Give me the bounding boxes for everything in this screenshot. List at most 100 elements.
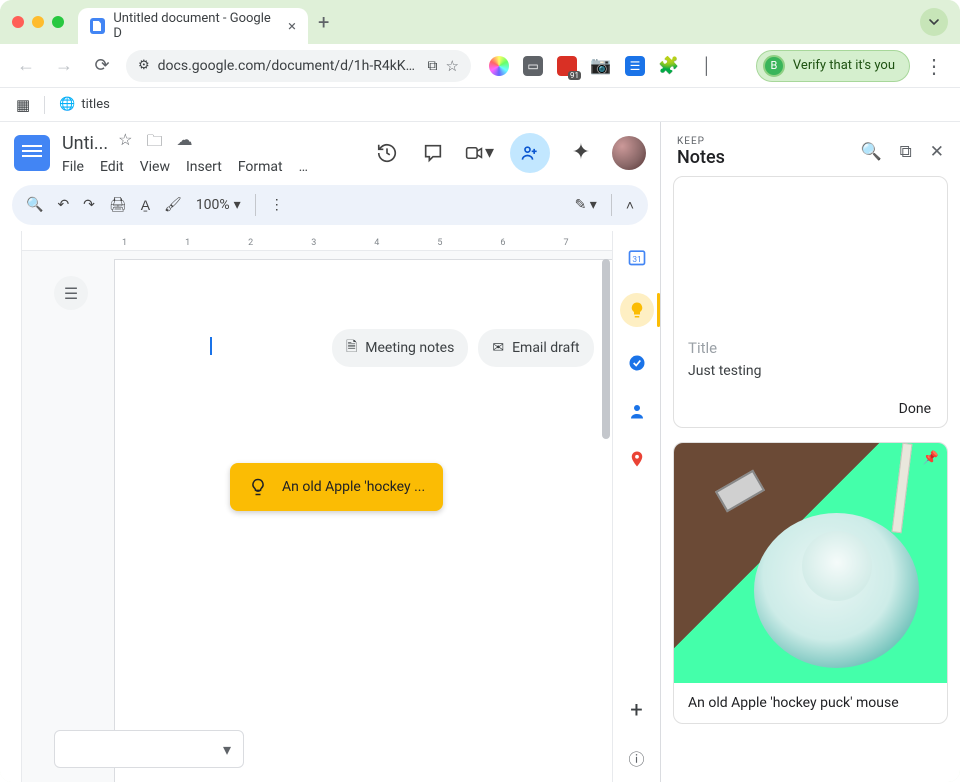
open-external-icon[interactable]: ⧉ [428, 58, 438, 74]
reload-button[interactable]: ⟳ [88, 52, 116, 80]
toolbar-divider: │ [693, 52, 721, 80]
reader-extension-icon[interactable]: ▭ [523, 56, 543, 76]
extension-icon[interactable] [489, 56, 509, 76]
menu-format[interactable]: Format [238, 159, 283, 175]
keep-heading: Notes [677, 147, 725, 168]
meet-video-icon[interactable]: ▾ [464, 138, 494, 168]
move-folder-icon[interactable]: 🗀 [146, 130, 162, 157]
window-menu-button[interactable] [920, 8, 948, 36]
history-icon[interactable] [372, 138, 402, 168]
more-toolbar-icon[interactable]: ⋮ [270, 197, 284, 213]
maps-rail-icon[interactable] [625, 447, 649, 471]
comments-icon[interactable] [418, 138, 448, 168]
search-icon[interactable]: 🔍 [26, 197, 43, 213]
keep-panel-body[interactable]: Title Just testing Done 📌 An old Apple '… [661, 176, 960, 782]
separator [44, 96, 45, 114]
collapse-toolbar-icon[interactable]: ˄ [626, 197, 634, 214]
zoom-select[interactable]: 100% ▾ [196, 197, 241, 213]
menu-edit[interactable]: Edit [100, 159, 124, 175]
extension-icon[interactable]: ☰ [625, 56, 645, 76]
undo-icon[interactable]: ↶ [57, 197, 69, 213]
keep-rail-icon[interactable] [620, 293, 654, 327]
menu-view[interactable]: View [140, 159, 170, 175]
docs-menubar: File Edit View Insert Format … [62, 159, 308, 175]
nav-back-button[interactable]: ← [12, 52, 40, 80]
pin-icon[interactable]: 📌 [923, 451, 939, 466]
close-window-button[interactable] [12, 16, 24, 28]
chip-label: Meeting notes [365, 340, 454, 356]
meeting-notes-chip[interactable]: 🗎 Meeting notes [332, 329, 468, 367]
address-bar[interactable]: ⚙ docs.google.com/document/d/1h-R4kKJ...… [126, 50, 471, 82]
keep-new-note-card[interactable]: Title Just testing Done [673, 176, 948, 428]
email-draft-chip[interactable]: ✉ Email draft [478, 329, 593, 367]
ruler-tick: 7 [563, 238, 568, 248]
outline-toggle-button[interactable]: ☰ [54, 276, 88, 310]
tab-close-button[interactable]: × [288, 17, 296, 35]
keep-panel-header: KEEP Notes 🔍 ⧉ ✕ [661, 122, 960, 176]
note-title-input[interactable]: Title [688, 339, 933, 357]
page-canvas[interactable]: 1 1 2 3 4 5 6 7 1 ☰ 🗎 [22, 231, 612, 782]
separator [611, 194, 612, 216]
extension-icons: ▭ 91 📷 ☰ 🧩 [489, 56, 679, 76]
cloud-status-icon[interactable]: ☁ [176, 130, 192, 157]
keep-brand-label: KEEP [677, 136, 725, 147]
calendar-rail-icon[interactable]: 31 [625, 245, 649, 269]
scrollbar-thumb[interactable] [602, 259, 610, 439]
new-tab-button[interactable]: + [318, 10, 329, 34]
separator [255, 194, 256, 216]
site-info-icon[interactable]: ⚙ [138, 58, 150, 73]
verify-identity-chip[interactable]: B Verify that it's you [756, 50, 910, 82]
camera-extension-icon[interactable]: 📷 [591, 56, 611, 76]
keep-open-new-icon[interactable]: ⧉ [900, 142, 912, 162]
fullscreen-window-button[interactable] [52, 16, 64, 28]
adblock-extension-icon[interactable]: 91 [557, 56, 577, 76]
globe-icon: 🌐 [59, 97, 75, 112]
keep-search-icon[interactable]: 🔍 [860, 142, 881, 162]
menu-file[interactable]: File [62, 159, 84, 175]
url-text: docs.google.com/document/d/1h-R4kKJ... [158, 58, 420, 74]
ruler-tick: 1 [122, 238, 127, 248]
docs-logo-icon[interactable] [14, 135, 50, 171]
bookmark-item[interactable]: 🌐 titles [59, 97, 110, 112]
menu-insert[interactable]: Insert [186, 159, 222, 175]
star-icon[interactable]: ☆ [118, 130, 132, 157]
explore-dropdown[interactable]: ▾ [54, 730, 244, 768]
horizontal-ruler[interactable]: 1 1 2 3 4 5 6 7 1 [22, 231, 612, 251]
building-block-chips: 🗎 Meeting notes ✉ Email draft [332, 329, 594, 367]
browser-menu-button[interactable]: ⋮ [920, 54, 948, 78]
docs-app: Unti... ☆ 🗀 ☁ File Edit View Insert Form… [0, 122, 660, 782]
add-addon-button[interactable]: + [625, 698, 649, 722]
apps-grid-icon[interactable]: ▦ [16, 96, 30, 114]
account-avatar[interactable] [612, 136, 646, 170]
mac-titlebar: Untitled document - Google D × + [0, 0, 960, 44]
vertical-ruler[interactable] [0, 231, 22, 782]
nav-forward-button[interactable]: → [50, 52, 78, 80]
share-button[interactable] [510, 133, 550, 173]
keep-toast[interactable]: An old Apple 'hockey ... [230, 463, 443, 511]
contacts-rail-icon[interactable] [625, 399, 649, 423]
spellcheck-icon[interactable]: A̱ [141, 197, 150, 214]
gemini-star-icon[interactable]: ✦ [566, 138, 596, 168]
tasks-rail-icon[interactable] [625, 351, 649, 375]
chip-label: Email draft [512, 340, 580, 356]
bookmark-star-icon[interactable]: ☆ [446, 57, 459, 75]
print-icon[interactable]: 🖨 [109, 197, 127, 213]
keep-close-icon[interactable]: ✕ [930, 142, 944, 162]
minimize-window-button[interactable] [32, 16, 44, 28]
chevron-down-icon: ▾ [234, 197, 241, 213]
editing-mode-icon[interactable]: ✎ ▾ [575, 197, 597, 213]
keep-image-note-card[interactable]: 📌 An old Apple 'hockey puck' mouse [673, 442, 948, 724]
ruler-tick: 4 [374, 238, 379, 248]
browser-tab[interactable]: Untitled document - Google D × [78, 8, 308, 44]
active-rail-indicator [657, 293, 660, 327]
menu-more[interactable]: … [299, 159, 308, 175]
extensions-puzzle-icon[interactable]: 🧩 [659, 56, 679, 76]
note-body-input[interactable]: Just testing [688, 363, 933, 379]
paint-format-icon[interactable]: 🖌 [164, 197, 182, 213]
info-icon[interactable]: ⓘ [625, 746, 649, 770]
redo-icon[interactable]: ↷ [83, 197, 95, 213]
doc-title[interactable]: Unti... [62, 133, 108, 154]
docs-workarea: 1 1 2 3 4 5 6 7 1 ☰ 🗎 [0, 231, 660, 782]
ruler-tick: 2 [248, 238, 253, 248]
note-done-button[interactable]: Done [674, 391, 947, 427]
